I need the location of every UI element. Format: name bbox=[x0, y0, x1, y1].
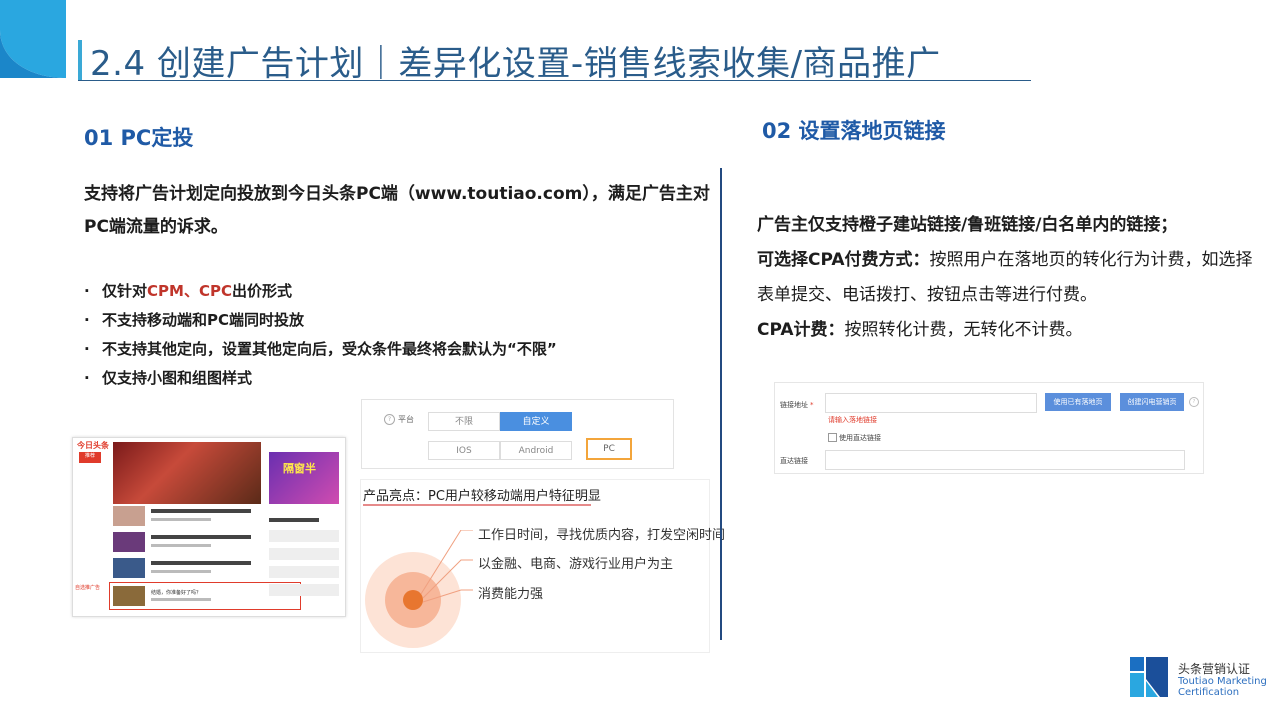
use-existing-landing-button[interactable]: 使用已有落地页 bbox=[1045, 393, 1111, 411]
cpa-pay-label: 可选择CPA付费方式： bbox=[757, 250, 930, 270]
list-item: · 仅针对 CPM、CPC 出价形式 bbox=[84, 276, 714, 305]
mock-nav: 推荐 bbox=[79, 452, 101, 602]
bullet-text-post: 出价形式 bbox=[231, 282, 292, 300]
link-error-text: 请输入落地链接 bbox=[828, 416, 877, 424]
platform-option-android[interactable]: Android bbox=[500, 441, 572, 460]
bullet-dot: · bbox=[84, 310, 90, 329]
mock-hero-image bbox=[113, 442, 261, 504]
landing-description: 广告主仅支持橙子建站链接/鲁班链接/白名单内的链接； 可选择CPA付费方式：按照… bbox=[757, 208, 1257, 348]
landing-line-cpa-pay: 可选择CPA付费方式：按照用户在落地页的转化行为计费，如选择表单提交、电话拨打、… bbox=[757, 243, 1257, 313]
platform-selector-panel: ? 平台 不限 自定义 IOS Android PC bbox=[361, 399, 674, 469]
mock-feed-item bbox=[113, 558, 261, 580]
list-item: · 不支持移动端和PC端同时投放 bbox=[84, 305, 714, 334]
slide-title: 2.4 创建广告计划｜差异化设置-销售线索收集/商品推广 bbox=[90, 44, 941, 84]
platform-option-custom[interactable]: 自定义 bbox=[500, 412, 572, 431]
link-settings-panel: 链接地址 * 使用已有落地页 创建闪电营销页 ? 请输入落地链接 使用直达链接 直… bbox=[774, 382, 1204, 474]
toutiao-logo: 今日头条 bbox=[77, 441, 109, 450]
brand-en-line-1: Toutiao Marketing bbox=[1178, 676, 1267, 687]
toutiao-pc-screenshot: 今日头条 推荐 结婚，你准备好了吗？ 自选推广告 隔窗半 bbox=[72, 437, 346, 617]
product-highlight-panel: 产品亮点：PC用户较移动端用户特征明显 工作日时间，寻找优质内容，打发空闲时间 … bbox=[360, 479, 725, 653]
brand-en-line-2: Certification bbox=[1178, 687, 1240, 698]
section-heading-pc: 01 PC定投 bbox=[84, 126, 194, 150]
mock-feed-item bbox=[113, 506, 261, 528]
section-heading-landing: 02 设置落地页链接 bbox=[762, 119, 946, 143]
product-title-underline bbox=[363, 504, 591, 506]
bullet-highlight: CPM、CPC bbox=[147, 282, 232, 300]
mock-nav-active: 推荐 bbox=[79, 452, 101, 463]
product-point: 工作日时间，寻找优质内容，打发空闲时间 bbox=[478, 528, 726, 543]
product-point: 消费能力强 bbox=[478, 587, 544, 602]
platform-option-pc[interactable]: PC bbox=[586, 438, 632, 460]
mock-ad-label: 自选推广告 bbox=[75, 585, 101, 591]
mock-side-list bbox=[269, 518, 339, 608]
direct-link-checkbox-label: 使用直达链接 bbox=[839, 434, 881, 442]
bullet-text: 仅支持小图和组图样式 bbox=[102, 369, 253, 387]
bullet-text: 仅针对 bbox=[102, 282, 148, 300]
link-address-label: 链接地址 * bbox=[780, 401, 814, 409]
cpa-fee-text: 按照转化计费，无转化不计费。 bbox=[844, 320, 1083, 340]
mock-banner-ad-text: 隔窗半 bbox=[283, 462, 316, 475]
create-flash-page-button[interactable]: 创建闪电营销页 bbox=[1120, 393, 1184, 411]
product-point: 以金融、电商、游戏行业用户为主 bbox=[478, 557, 674, 572]
corner-decoration bbox=[0, 0, 66, 78]
help-icon: ? bbox=[1189, 397, 1199, 407]
mock-feed-item bbox=[113, 532, 261, 554]
title-accent-bar bbox=[78, 40, 82, 80]
bullet-dot: · bbox=[84, 339, 90, 358]
direct-link-label: 直达链接 bbox=[780, 457, 808, 465]
bullet-dot: · bbox=[84, 368, 90, 387]
bullet-text: 不支持其他定向，设置其他定向后，受众条件最终将会默认为“不限” bbox=[102, 340, 557, 358]
direct-link-input[interactable] bbox=[825, 450, 1185, 470]
platform-option-ios[interactable]: IOS bbox=[428, 441, 500, 460]
column-divider bbox=[720, 168, 722, 640]
intro-paragraph: 支持将广告计划定向投放到今日头条PC端（www.toutiao.com），满足广… bbox=[84, 184, 710, 237]
help-icon: ? bbox=[384, 414, 395, 425]
link-address-input[interactable] bbox=[825, 393, 1037, 413]
toutiao-certification-logo bbox=[1130, 657, 1168, 697]
brand-name-cn: 头条营销认证 bbox=[1178, 662, 1251, 676]
platform-option-unlimited[interactable]: 不限 bbox=[428, 412, 500, 431]
cpa-fee-label: CPA计费： bbox=[757, 320, 845, 340]
bullet-dot: · bbox=[84, 281, 90, 300]
list-item: · 仅支持小图和组图样式 bbox=[84, 363, 714, 392]
title-underline bbox=[78, 80, 1031, 81]
direct-link-checkbox[interactable] bbox=[828, 433, 837, 442]
list-item: · 不支持其他定向，设置其他定向后，受众条件最终将会默认为“不限” bbox=[84, 334, 714, 363]
landing-line-cpa-fee: CPA计费：按照转化计费，无转化不计费。 bbox=[757, 313, 1257, 348]
brand-name-en: Toutiao Marketing Certification bbox=[1178, 676, 1267, 698]
bullet-text: 不支持移动端和PC端同时投放 bbox=[102, 311, 305, 329]
landing-line-1: 广告主仅支持橙子建站链接/鲁班链接/白名单内的链接； bbox=[757, 215, 1178, 235]
bullet-list: · 仅针对 CPM、CPC 出价形式 · 不支持移动端和PC端同时投放 · 不支持其… bbox=[84, 276, 714, 392]
product-highlight-title: 产品亮点：PC用户较移动端用户特征明显 bbox=[363, 489, 601, 504]
platform-label: 平台 bbox=[398, 415, 414, 424]
